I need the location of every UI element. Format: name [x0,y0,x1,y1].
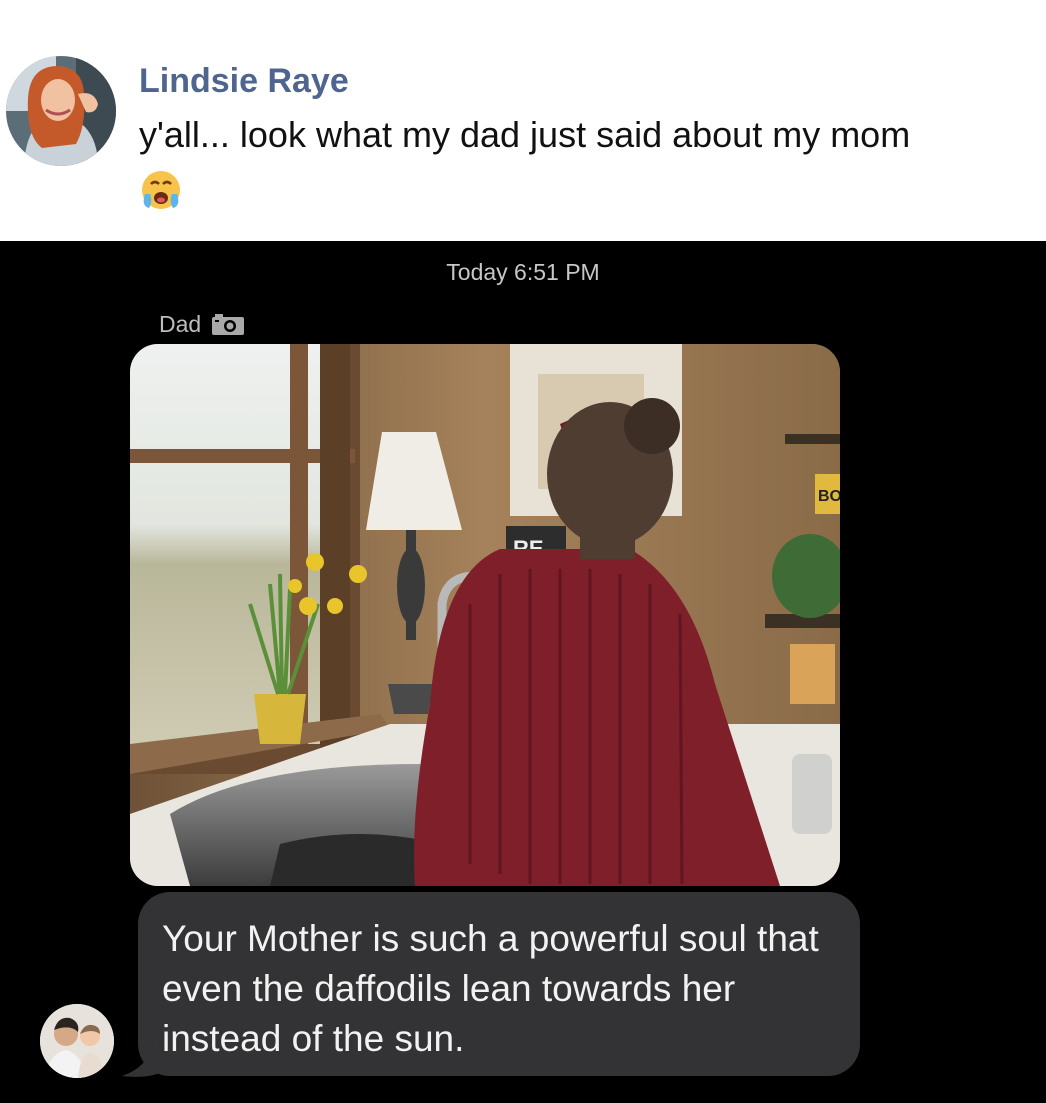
crying-face-emoji-icon [137,168,185,212]
sender-row: Dad [159,309,245,339]
bubble-tail [122,1036,174,1077]
sender-avatar[interactable] [40,1004,114,1078]
photo-shelf-text: BO [818,488,840,505]
message-timestamp: Today 6:51 PM [446,259,600,285]
message-bubble[interactable]: Your Mother is such a powerful soul that… [138,892,860,1076]
message-text: Your Mother is such a powerful soul that… [162,918,819,1059]
author-name[interactable]: Lindsie Raye [139,62,349,101]
camera-icon [211,312,245,336]
sender-name: Dad [159,310,202,337]
post-header: Lindsie Raye y'all... look what my dad j… [0,0,1046,240]
author-avatar[interactable] [6,56,116,166]
shared-photo[interactable]: RE BO [130,344,840,886]
post-text: y'all... look what my dad just said abou… [139,114,911,155]
message-screenshot: Today 6:51 PM Dad RE BO Your Mother is s… [0,241,1046,1103]
